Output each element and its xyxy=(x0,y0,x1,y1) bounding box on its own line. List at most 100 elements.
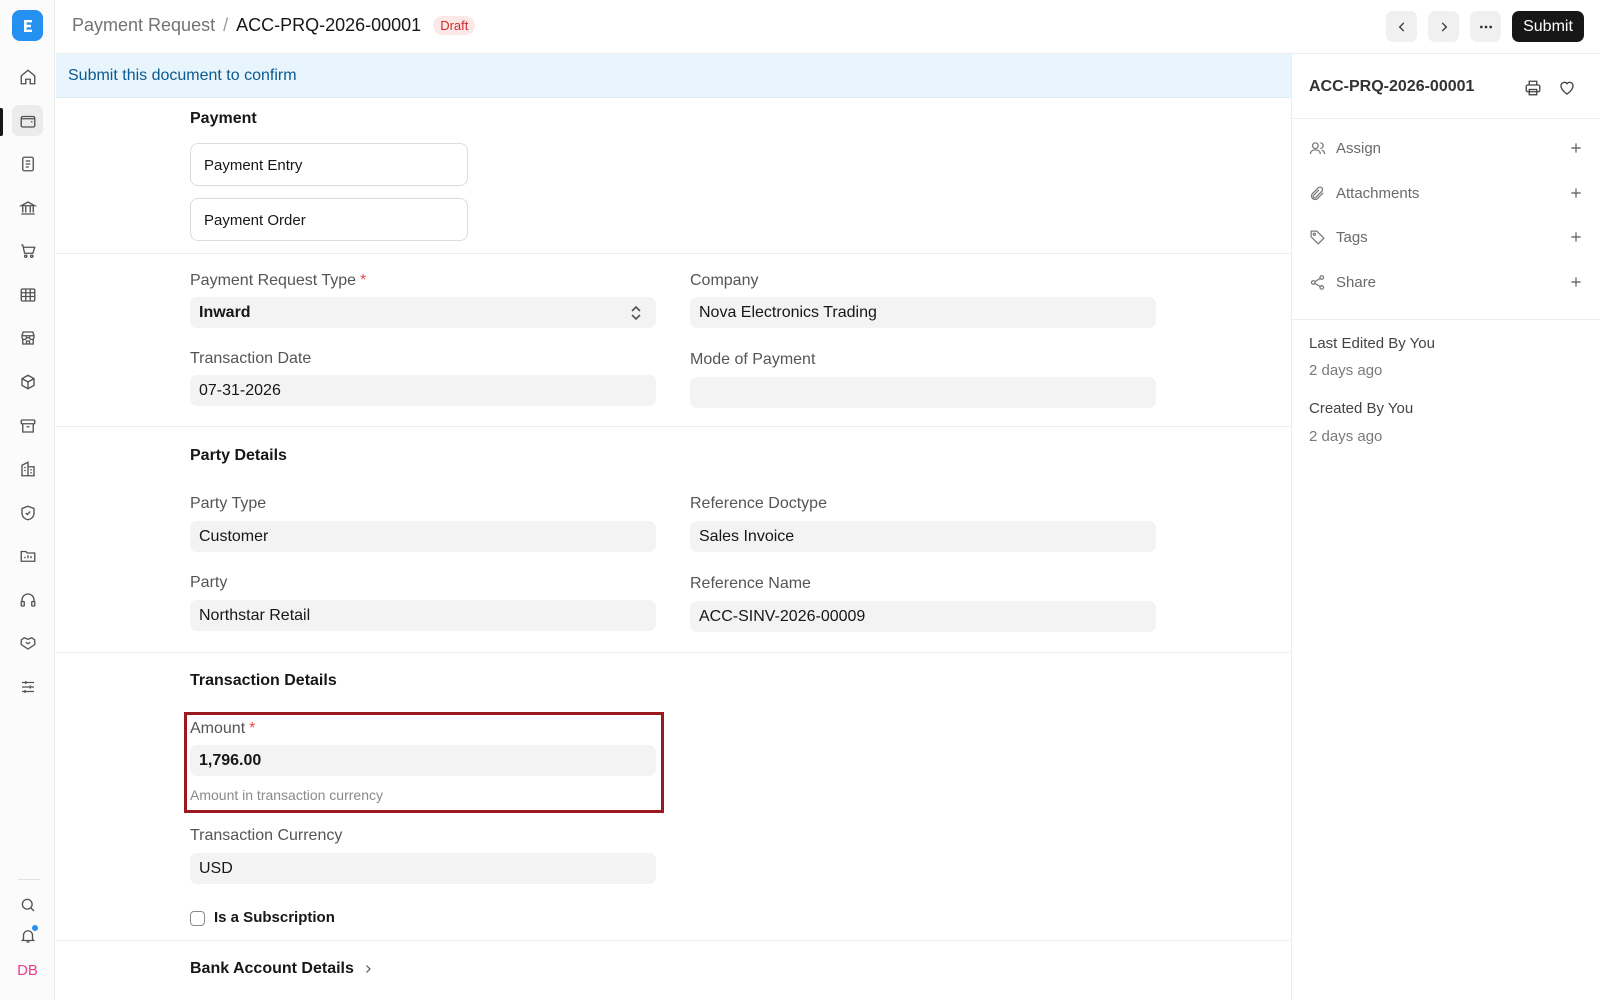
chevron-right-icon xyxy=(1441,21,1447,32)
transaction-date-label: Transaction Date xyxy=(190,350,312,367)
reference-doctype-label: Reference Doctype xyxy=(690,495,827,512)
building-icon[interactable] xyxy=(12,453,43,484)
payment-section-title: Payment xyxy=(190,110,257,127)
amount-label: Amount * xyxy=(190,720,256,737)
section-divider xyxy=(56,940,1291,941)
company-field[interactable]: Nova Electronics Trading xyxy=(690,297,1156,328)
document-icon[interactable] xyxy=(12,148,43,179)
is-subscription-checkbox[interactable] xyxy=(190,911,205,926)
user-icon xyxy=(1309,140,1327,157)
payment-order-link[interactable]: Payment Order xyxy=(190,198,468,241)
sidebar-action-tags[interactable]: Tags xyxy=(1309,224,1583,250)
headset-icon[interactable] xyxy=(12,584,43,615)
app-logo-icon xyxy=(23,19,32,32)
bank-account-details-toggle[interactable]: Bank Account Details xyxy=(190,960,374,978)
reference-name-field[interactable]: ACC-SINV-2026-00009 xyxy=(690,601,1156,632)
tags-label: Tags xyxy=(1336,228,1368,246)
submit-notice-banner: Submit this document to confirm xyxy=(56,54,1291,98)
sidebar-action-attachments[interactable]: Attachments xyxy=(1309,180,1583,206)
share-icon xyxy=(1309,274,1327,291)
plus-icon[interactable] xyxy=(1569,230,1583,244)
sidebar-divider xyxy=(1292,319,1600,320)
party-details-title: Party Details xyxy=(190,447,287,464)
section-divider xyxy=(56,253,1291,254)
party-type-label: Party Type xyxy=(190,495,267,512)
transaction-currency-label: Transaction Currency xyxy=(190,827,343,844)
sidebar-action-share[interactable]: Share xyxy=(1309,269,1583,295)
package-icon[interactable] xyxy=(12,366,43,397)
paperclip-icon xyxy=(1309,185,1327,202)
home-icon[interactable] xyxy=(12,61,43,92)
section-divider xyxy=(56,652,1291,653)
attachments-label: Attachments xyxy=(1336,184,1420,202)
payment-entry-link[interactable]: Payment Entry xyxy=(190,143,468,186)
submit-button[interactable]: Submit xyxy=(1512,11,1584,42)
next-button[interactable] xyxy=(1428,11,1459,42)
is-subscription-label[interactable]: Is a Subscription xyxy=(214,909,335,926)
document-sidebar: ACC-PRQ-2026-00001 Assign Attachments Ta… xyxy=(1292,54,1600,1000)
heart-icon[interactable] xyxy=(1554,75,1580,101)
plus-icon[interactable] xyxy=(1569,275,1583,289)
payment-request-type-label: Payment Request Type * xyxy=(190,272,367,289)
page-title: ACC-PRQ-2026-00001 xyxy=(236,15,422,35)
last-edited-label: Last Edited By You xyxy=(1309,335,1435,352)
sliders-icon[interactable] xyxy=(12,671,43,702)
chevron-left-icon xyxy=(1398,21,1404,32)
archive-icon[interactable] xyxy=(12,410,43,441)
table-icon[interactable] xyxy=(12,279,43,310)
mode-of-payment-field[interactable] xyxy=(690,377,1156,408)
chevron-right-icon xyxy=(362,963,374,975)
plus-icon[interactable] xyxy=(1569,186,1583,200)
amount-field[interactable]: 1,796.00 xyxy=(190,745,656,776)
active-indicator xyxy=(0,108,3,136)
last-edited-time: 2 days ago xyxy=(1309,362,1383,379)
reference-doctype-field[interactable]: Sales Invoice xyxy=(690,521,1156,552)
bell-icon[interactable] xyxy=(12,920,43,951)
section-divider xyxy=(56,426,1291,427)
print-icon[interactable] xyxy=(1520,75,1546,101)
created-label: Created By You xyxy=(1309,400,1414,417)
company-label: Company xyxy=(690,272,759,289)
folder-icon[interactable] xyxy=(12,540,43,571)
party-type-field[interactable]: Customer xyxy=(190,521,656,552)
assign-label: Assign xyxy=(1336,139,1382,157)
store-icon[interactable] xyxy=(12,322,43,353)
plus-icon[interactable] xyxy=(1569,141,1583,155)
party-label: Party xyxy=(190,574,228,591)
amount-help-text: Amount in transaction currency xyxy=(190,787,383,803)
created-time: 2 days ago xyxy=(1309,428,1383,445)
handshake-icon[interactable] xyxy=(12,627,43,658)
user-avatar[interactable]: DB xyxy=(12,955,43,986)
page-header: Payment Request / ACC-PRQ-2026-00001 Dra… xyxy=(56,0,1600,54)
breadcrumb: Payment Request / ACC-PRQ-2026-00001 Dra… xyxy=(72,15,476,36)
breadcrumb-separator: / xyxy=(223,15,229,35)
app-sidebar-rail: DB xyxy=(0,0,55,1000)
wallet-icon[interactable] xyxy=(12,105,43,136)
share-label: Share xyxy=(1336,273,1377,291)
breadcrumb-parent-link[interactable]: Payment Request xyxy=(72,15,215,36)
reference-name-label: Reference Name xyxy=(690,575,811,592)
bank-account-details-title: Bank Account Details xyxy=(190,960,354,977)
transaction-date-field[interactable]: 07-31-2026 xyxy=(190,375,656,406)
status-badge: Draft xyxy=(433,16,476,35)
ellipsis-icon xyxy=(1479,25,1492,28)
sidebar-divider xyxy=(1292,118,1600,119)
tag-icon xyxy=(1309,229,1327,246)
form-area: Submit this document to confirm Payment … xyxy=(56,54,1292,1000)
previous-button[interactable] xyxy=(1386,11,1417,42)
payment-request-type-select[interactable]: Inward xyxy=(190,297,656,328)
app-logo[interactable] xyxy=(12,10,43,41)
mode-of-payment-label: Mode of Payment xyxy=(690,351,816,368)
shield-icon[interactable] xyxy=(12,497,43,528)
sidebar-doc-name: ACC-PRQ-2026-00001 xyxy=(1309,78,1475,95)
party-field[interactable]: Northstar Retail xyxy=(190,600,656,631)
cart-icon[interactable] xyxy=(12,235,43,266)
rail-divider xyxy=(18,879,40,880)
search-icon[interactable] xyxy=(12,889,43,920)
select-arrows-icon xyxy=(630,305,642,321)
bank-icon[interactable] xyxy=(12,192,43,223)
notification-dot xyxy=(31,924,39,932)
sidebar-action-assign[interactable]: Assign xyxy=(1309,135,1583,161)
more-actions-button[interactable] xyxy=(1470,11,1501,42)
transaction-currency-field[interactable]: USD xyxy=(190,853,656,884)
